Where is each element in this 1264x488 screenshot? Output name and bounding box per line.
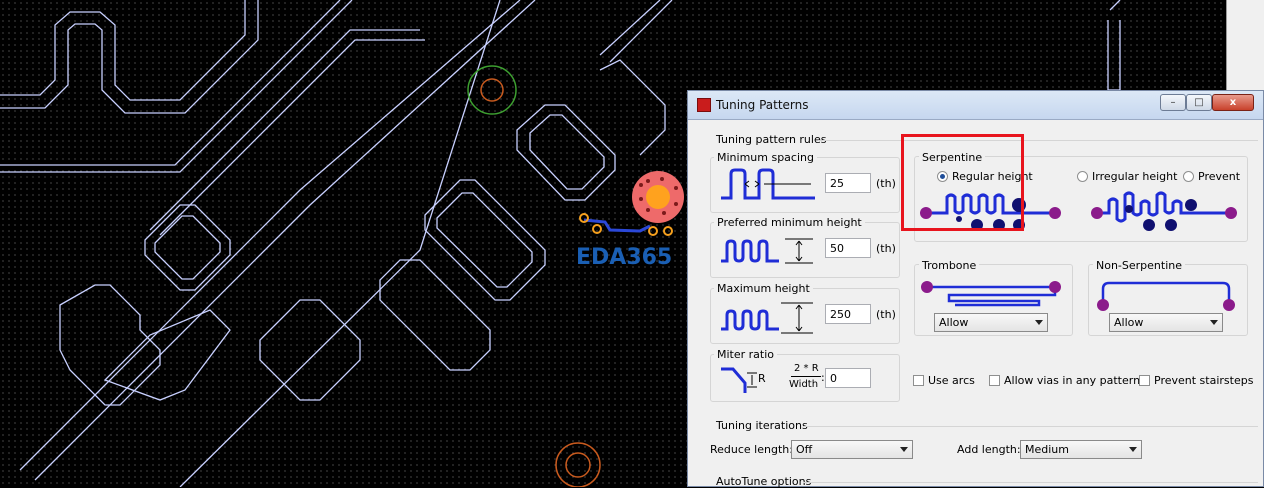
- irregular-height-label: Irregular height: [1092, 170, 1178, 183]
- add-length-select[interactable]: Medium: [1020, 440, 1142, 459]
- min-spacing-icon: [721, 168, 815, 200]
- add-length-label: Add length:: [957, 443, 1021, 456]
- miter-ratio-input[interactable]: 0: [825, 368, 871, 388]
- miter-ratio-label: Miter ratio: [714, 348, 778, 361]
- miter-formula-bar: [791, 376, 821, 377]
- chevron-down-icon: [900, 447, 908, 452]
- maximize-button[interactable]: □: [1186, 94, 1212, 111]
- irregular-serpentine-icon: [1091, 191, 1237, 231]
- trombone-label: Trombone: [919, 259, 980, 272]
- pref-min-height-label: Preferred minimum height: [714, 216, 865, 229]
- trombone-select-value: Allow: [939, 316, 969, 329]
- chevron-down-icon: [1035, 320, 1043, 325]
- chevron-down-icon: [1129, 447, 1137, 452]
- irregular-height-radio-dot: [1077, 171, 1088, 182]
- prevent-stairsteps-box: [1139, 375, 1150, 386]
- irregular-height-radio[interactable]: Irregular height: [1077, 170, 1177, 183]
- reduce-length-value: Off: [796, 443, 813, 456]
- add-length-value: Medium: [1025, 443, 1069, 456]
- trombone-icon: [921, 281, 1061, 307]
- allow-vias-checkbox[interactable]: Allow vias in any pattern: [989, 374, 1140, 387]
- non-serpentine-group: Non-Serpentine Allow: [1088, 259, 1248, 336]
- prevent-radio-dot: [1183, 171, 1194, 182]
- max-height-label: Maximum height: [714, 282, 813, 295]
- side-panel: [1226, 0, 1264, 90]
- chevron-down-icon: [1210, 320, 1218, 325]
- app-icon: [697, 98, 711, 112]
- autotune-section-divider: [803, 482, 1258, 483]
- use-arcs-box: [913, 375, 924, 386]
- prevent-radio[interactable]: Prevent: [1183, 170, 1240, 183]
- min-spacing-input[interactable]: 25: [825, 173, 871, 193]
- non-serpentine-icon: [1097, 281, 1235, 311]
- max-height-icon: [721, 302, 813, 334]
- rules-section-label: Tuning pattern rules: [716, 133, 827, 146]
- iterations-section-divider: [803, 426, 1258, 427]
- max-height-input[interactable]: 250: [825, 304, 871, 324]
- min-spacing-label: Minimum spacing: [714, 151, 817, 164]
- pref-min-height-icon: [721, 238, 813, 264]
- miter-icon: [721, 367, 757, 393]
- dialog-titlebar[interactable]: Tuning Patterns – □ x: [688, 91, 1263, 120]
- min-spacing-unit: (th): [876, 177, 896, 190]
- use-arcs-label: Use arcs: [928, 374, 975, 387]
- non-serpentine-label: Non-Serpentine: [1093, 259, 1186, 272]
- use-arcs-checkbox[interactable]: Use arcs: [913, 374, 975, 387]
- min-spacing-group: Minimum spacing 25 (th): [710, 151, 900, 213]
- allow-vias-label: Allow vias in any pattern: [1004, 374, 1141, 387]
- reduce-length-label: Reduce length:: [710, 443, 793, 456]
- autotune-section-label: AutoTune options: [716, 475, 812, 488]
- miter-formula-top: 2 * R: [794, 363, 819, 374]
- miter-formula-bottom: Width: [789, 379, 819, 390]
- trombone-select[interactable]: Allow: [934, 313, 1048, 332]
- dialog-title: Tuning Patterns: [716, 98, 809, 112]
- miter-ratio-group: Miter ratio R 2 * R Width : 0: [710, 348, 900, 402]
- pref-min-height-group: Preferred minimum height 50 (th): [710, 216, 900, 278]
- iterations-section-label: Tuning iterations: [716, 419, 808, 432]
- trombone-group: Trombone Allow: [914, 259, 1073, 336]
- miter-r-mark: R: [758, 372, 766, 385]
- prevent-label: Prevent: [1198, 170, 1241, 183]
- prevent-stairsteps-label: Prevent stairsteps: [1154, 374, 1254, 387]
- rules-section-divider: [818, 140, 1258, 141]
- non-serpentine-select[interactable]: Allow: [1109, 313, 1223, 332]
- pref-min-height-input[interactable]: 50: [825, 238, 871, 258]
- allow-vias-box: [989, 375, 1000, 386]
- non-serpentine-select-value: Allow: [1114, 316, 1144, 329]
- pref-min-height-unit: (th): [876, 242, 896, 255]
- max-height-group: Maximum height 250 (th): [710, 282, 900, 344]
- reduce-length-select[interactable]: Off: [791, 440, 913, 459]
- minimize-button[interactable]: –: [1160, 94, 1186, 111]
- watermark-logo: EDA365: [576, 245, 673, 270]
- close-button[interactable]: x: [1212, 94, 1254, 111]
- highlight-annotation: [901, 134, 1024, 231]
- prevent-stairsteps-checkbox[interactable]: Prevent stairsteps: [1139, 374, 1253, 387]
- max-height-unit: (th): [876, 308, 896, 321]
